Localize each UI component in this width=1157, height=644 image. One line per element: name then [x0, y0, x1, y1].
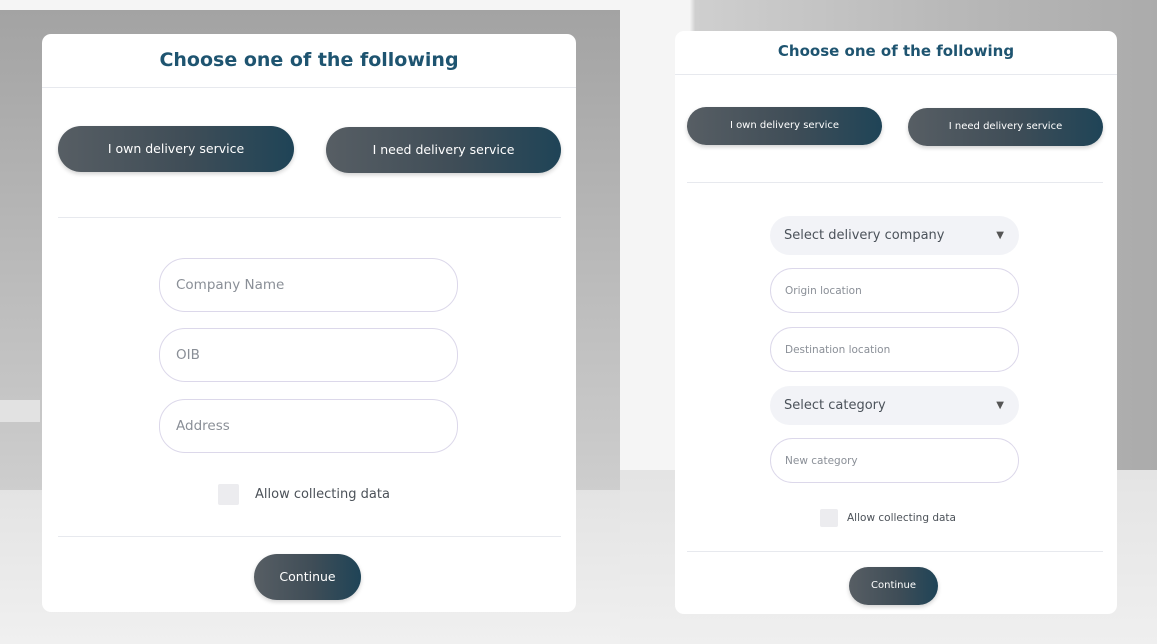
- title-divider: [42, 87, 576, 88]
- chevron-down-icon: ▼: [996, 400, 1004, 411]
- delivery-request-card: Choose one of the following I own delive…: [675, 31, 1117, 614]
- section-divider: [58, 217, 561, 218]
- footer-divider: [687, 551, 1103, 552]
- continue-button[interactable]: Continue: [254, 554, 361, 600]
- background-band: [0, 0, 620, 10]
- new-category-input[interactable]: [770, 438, 1019, 483]
- chevron-down-icon: ▼: [996, 230, 1004, 241]
- need-delivery-button[interactable]: I need delivery service: [326, 127, 561, 173]
- allow-data-checkbox[interactable]: [820, 509, 838, 527]
- need-delivery-button[interactable]: I need delivery service: [908, 108, 1103, 146]
- left-screenshot-panel: Choose one of the following I own delive…: [0, 0, 620, 644]
- company-name-input[interactable]: [159, 258, 458, 312]
- card-title: Choose one of the following: [159, 49, 459, 71]
- category-select[interactable]: Select category ▼: [770, 386, 1019, 425]
- category-select-value: Select category: [784, 398, 886, 413]
- continue-button[interactable]: Continue: [849, 567, 938, 605]
- destination-location-input[interactable]: [770, 327, 1019, 372]
- allow-data-row: Allow collecting data: [218, 484, 390, 505]
- own-delivery-button[interactable]: I own delivery service: [687, 107, 882, 145]
- origin-location-input[interactable]: [770, 268, 1019, 313]
- title-divider: [675, 74, 1117, 75]
- allow-data-checkbox[interactable]: [218, 484, 239, 505]
- right-screenshot-panel: Choose one of the following I own delive…: [620, 0, 1157, 644]
- section-divider: [687, 182, 1103, 183]
- card-title: Choose one of the following: [777, 42, 1015, 60]
- allow-data-row: Allow collecting data: [820, 509, 956, 527]
- background-band: [0, 400, 40, 422]
- own-delivery-button[interactable]: I own delivery service: [58, 126, 294, 172]
- address-input[interactable]: [159, 399, 458, 453]
- allow-data-label: Allow collecting data: [847, 512, 956, 524]
- oib-input[interactable]: [159, 328, 458, 382]
- footer-divider: [58, 536, 561, 537]
- delivery-company-select[interactable]: Select delivery company ▼: [770, 216, 1019, 255]
- allow-data-label: Allow collecting data: [255, 487, 390, 502]
- delivery-choice-card: Choose one of the following I own delive…: [42, 34, 576, 612]
- delivery-company-select-value: Select delivery company: [784, 228, 945, 243]
